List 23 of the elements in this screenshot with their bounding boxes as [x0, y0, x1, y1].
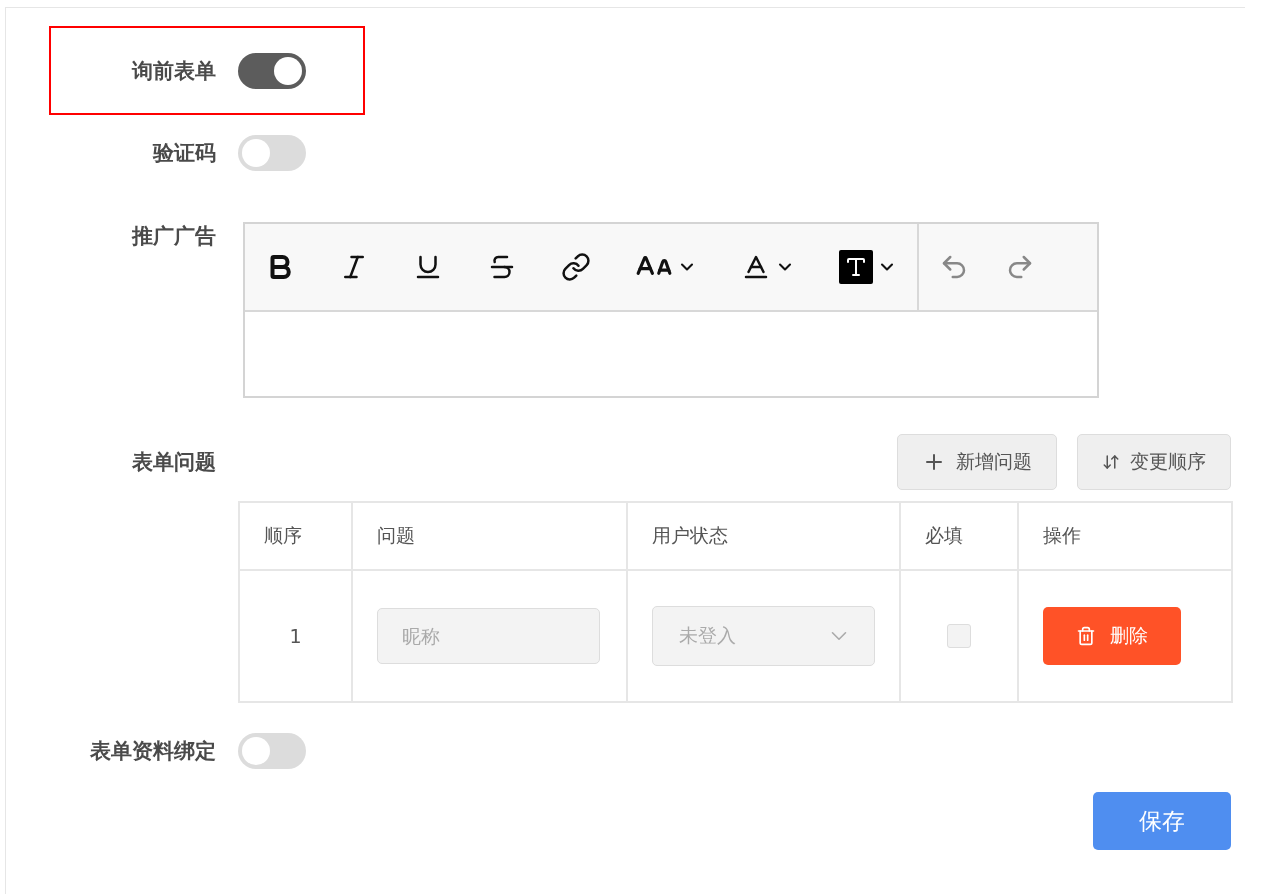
link-icon — [561, 252, 591, 282]
save-button[interactable]: 保存 — [1093, 792, 1231, 850]
setting-label: 询前表单 — [132, 57, 216, 85]
reorder-button[interactable]: 变更顺序 — [1077, 434, 1231, 490]
column-header: 顺序 — [264, 524, 302, 546]
order-number: 1 — [289, 625, 302, 647]
highlight-icon — [839, 250, 873, 284]
section-label: 表单问题 — [132, 449, 216, 476]
toggle-switch[interactable] — [238, 52, 306, 89]
setting-label: 推广广告 — [132, 223, 216, 250]
toggle-switch[interactable] — [238, 135, 306, 171]
toggle-switch[interactable] — [238, 733, 306, 769]
setting-label: 表单资料绑定 — [90, 738, 216, 765]
column-header: 操作 — [1043, 524, 1081, 546]
setting-label: 验证码 — [153, 140, 216, 167]
delete-button[interactable]: 删除 — [1043, 607, 1181, 665]
trash-icon — [1076, 626, 1096, 646]
column-header: 用户状态 — [652, 524, 728, 546]
toolbar-button[interactable] — [561, 252, 591, 282]
column-header: 问题 — [377, 524, 415, 546]
sort-icon — [1102, 453, 1120, 471]
add-question-button[interactable]: 新增问题 — [897, 434, 1057, 490]
column-header: 必填 — [925, 524, 963, 546]
